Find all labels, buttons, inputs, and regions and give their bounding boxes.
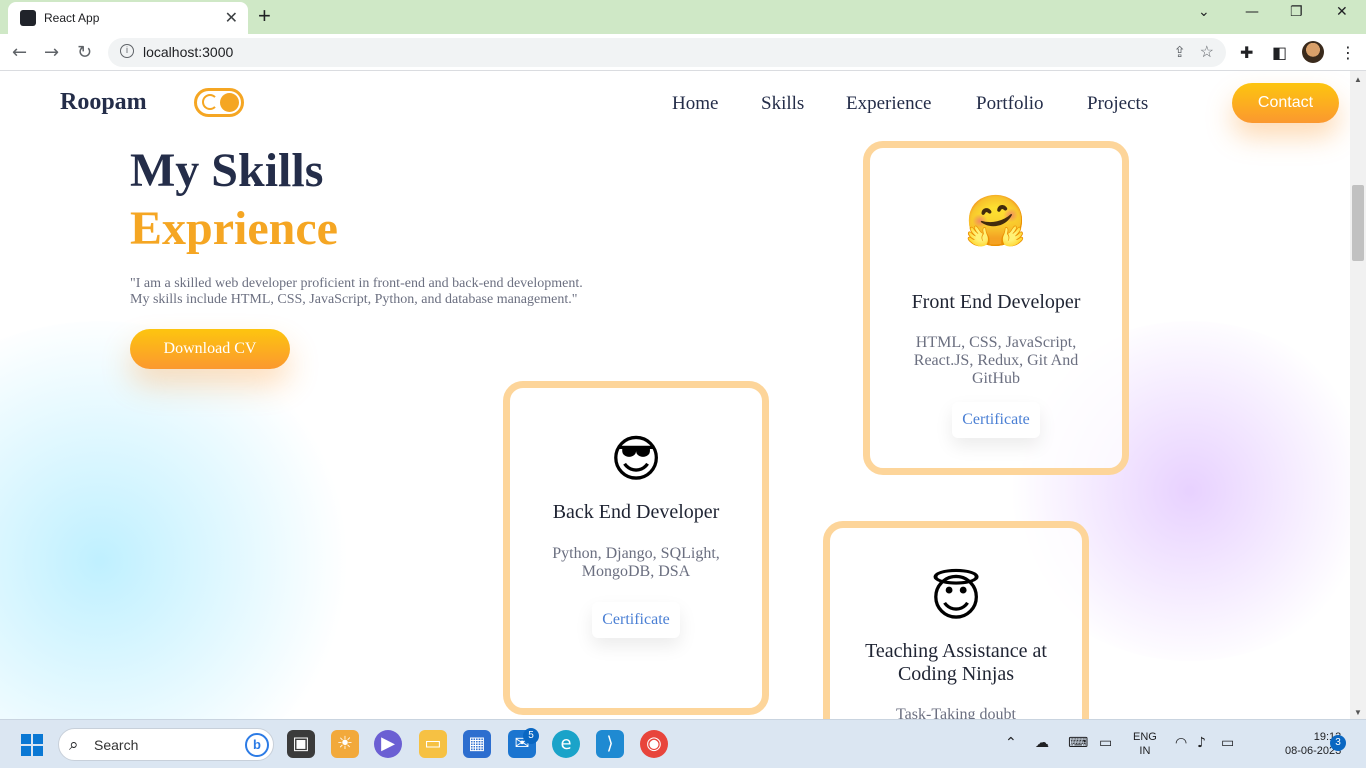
- skill-card-frontend: 🤗 Front End Developer HTML, CSS, JavaScr…: [863, 141, 1129, 475]
- battery-icon[interactable]: ▭: [1221, 735, 1234, 751]
- download-cv-button[interactable]: Download CV: [130, 329, 290, 369]
- background-blur-cyan: [0, 321, 360, 719]
- notification-badge[interactable]: 3: [1330, 735, 1346, 751]
- browser-tab-strip: React App ✕ + ⌄ — ❐ ✕: [0, 0, 1366, 34]
- toggle-knob: [220, 93, 239, 112]
- chrome-menu-icon[interactable]: ⋮: [1340, 43, 1356, 62]
- language-indicator[interactable]: ENG IN: [1133, 730, 1157, 758]
- page-viewport: Roopam Home Skills Experience Portfolio …: [0, 71, 1350, 719]
- new-tab-icon[interactable]: +: [258, 3, 271, 29]
- experience-heading: Exprience: [130, 202, 338, 255]
- skills-heading: My Skills: [130, 144, 324, 197]
- site-info-icon[interactable]: i: [120, 44, 134, 58]
- intro-text: "I am a skilled web developer proficient…: [130, 276, 610, 308]
- windows-start-icon[interactable]: [21, 734, 43, 756]
- card-title: Teaching Assistance at Coding Ninjas: [865, 640, 1047, 685]
- card-description: HTML, CSS, JavaScript, React.JS, Redux, …: [913, 334, 1079, 387]
- browser-tab[interactable]: React App ✕: [8, 2, 248, 34]
- theme-toggle[interactable]: [194, 88, 244, 117]
- profile-avatar[interactable]: [1302, 41, 1324, 63]
- bookmark-star-icon[interactable]: ☆: [1200, 42, 1214, 62]
- scrollbar-thumb[interactable]: [1352, 185, 1364, 261]
- nav-portfolio[interactable]: Portfolio: [976, 93, 1044, 115]
- wifi-icon[interactable]: ◠: [1175, 735, 1187, 751]
- sunglasses-face-emoji: 😎: [609, 430, 663, 488]
- task-view-icon[interactable]: ▣: [287, 730, 315, 758]
- edge-browser-icon[interactable]: e: [552, 730, 580, 758]
- address-bar[interactable]: i localhost:3000 ⇪ ☆: [108, 38, 1226, 67]
- search-icon: ⌕: [69, 735, 79, 755]
- scroll-down-icon[interactable]: ▼: [1354, 708, 1362, 717]
- search-label: Search: [94, 737, 139, 753]
- language-code: ENG: [1133, 731, 1157, 743]
- volume-icon[interactable]: ♪: [1197, 735, 1206, 751]
- chat-icon[interactable]: ▶: [374, 730, 402, 758]
- windows-taskbar: ⌕ Search b ▣ ☀ ▶ ▭ ▦ ✉ 5 e ⟩ ◉ ⌃ ☁ ⌨ ▭ E…: [0, 719, 1366, 768]
- nav-experience[interactable]: Experience: [846, 93, 931, 115]
- tab-title: React App: [44, 11, 100, 25]
- card-title: Back End Developer: [552, 501, 720, 523]
- display-icon[interactable]: ▭: [1099, 735, 1112, 751]
- onedrive-icon[interactable]: ☁: [1035, 735, 1049, 751]
- certificate-button[interactable]: Certificate: [592, 602, 680, 638]
- halo-face-emoji: 😇: [929, 569, 983, 627]
- skill-card-teaching: 😇 Teaching Assistance at Coding Ninjas T…: [823, 521, 1089, 719]
- skill-card-backend: 😎 Back End Developer Python, Django, SQL…: [503, 381, 769, 715]
- certificate-button[interactable]: Certificate: [952, 402, 1040, 438]
- react-favicon-icon: [20, 10, 36, 26]
- nav-projects[interactable]: Projects: [1087, 93, 1148, 115]
- widgets-icon[interactable]: ☀: [331, 730, 359, 758]
- scroll-up-icon[interactable]: ▲: [1354, 75, 1362, 84]
- browser-toolbar: ← → ↻ i localhost:3000 ⇪ ☆ ✚ ◧ ⋮: [0, 34, 1366, 71]
- bing-icon[interactable]: b: [245, 733, 269, 757]
- show-hidden-icons-chevron[interactable]: ⌃: [1005, 735, 1017, 751]
- reload-icon[interactable]: ↻: [77, 42, 92, 63]
- brand-logo[interactable]: Roopam: [60, 89, 147, 116]
- nav-skills[interactable]: Skills: [761, 93, 804, 115]
- share-icon[interactable]: ⇪: [1173, 43, 1186, 61]
- card-description: Task-Taking doubt: [896, 706, 1016, 719]
- page-scrollbar[interactable]: ▲ ▼: [1350, 71, 1366, 719]
- region-code: IN: [1139, 745, 1151, 757]
- card-description: Python, Django, SQLight, MongoDB, DSA: [552, 545, 720, 580]
- back-icon[interactable]: ←: [12, 42, 27, 63]
- close-window-icon[interactable]: ✕: [1336, 4, 1348, 20]
- taskbar-search[interactable]: ⌕ Search b: [58, 728, 274, 761]
- forward-icon[interactable]: →: [44, 42, 59, 63]
- maximize-icon[interactable]: ❐: [1290, 4, 1303, 20]
- intro-line-2: My skills include HTML, CSS, JavaScript,…: [130, 292, 578, 307]
- moon-icon: [202, 94, 218, 110]
- url-text: localhost:3000: [143, 44, 234, 60]
- file-explorer-icon[interactable]: ▭: [419, 730, 447, 758]
- extensions-icon[interactable]: ✚: [1240, 43, 1253, 62]
- side-panel-icon[interactable]: ◧: [1272, 43, 1287, 62]
- intro-line-1: "I am a skilled web developer proficient…: [130, 276, 583, 291]
- contact-button[interactable]: Contact: [1232, 83, 1339, 123]
- vscode-icon[interactable]: ⟩: [596, 730, 624, 758]
- close-tab-icon[interactable]: ✕: [225, 8, 238, 28]
- microsoft-store-icon[interactable]: ▦: [463, 730, 491, 758]
- hugging-face-emoji: 🤗: [964, 192, 1028, 250]
- keyboard-icon[interactable]: ⌨: [1068, 735, 1088, 751]
- nav-home[interactable]: Home: [672, 93, 718, 115]
- card-title: Front End Developer: [911, 291, 1081, 313]
- minimize-icon[interactable]: —: [1245, 4, 1259, 20]
- mail-badge: 5: [523, 728, 539, 744]
- chrome-icon[interactable]: ◉: [640, 730, 668, 758]
- tab-search-chevron-icon[interactable]: ⌄: [1198, 4, 1210, 20]
